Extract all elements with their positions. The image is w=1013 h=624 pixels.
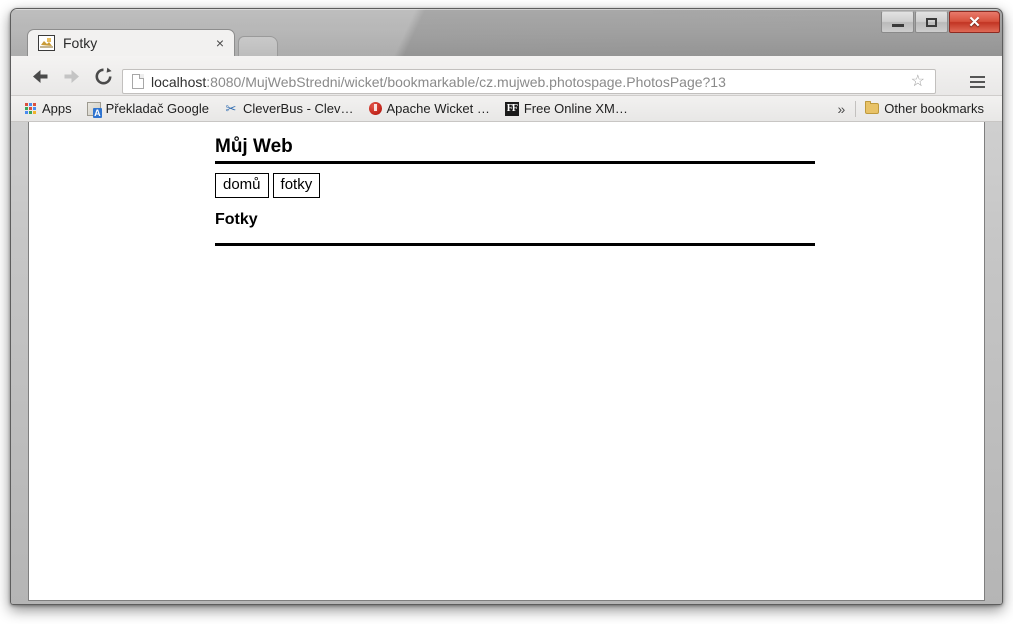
scissors-icon: ✂ <box>225 101 237 116</box>
reload-icon <box>95 67 112 84</box>
site-nav: domů fotky <box>215 173 815 198</box>
bookmark-cleverbus[interactable]: ✂ CleverBus - Clev… <box>218 99 360 119</box>
minimize-button[interactable] <box>881 11 914 33</box>
page-content: Můj Web domů fotky Fotky <box>215 136 815 246</box>
window-controls: ✕ <box>880 11 1000 33</box>
site-title: Můj Web <box>215 136 293 157</box>
desktop-background: ✕ Fotky × localhost:8080/MujWebStredni/w… <box>0 0 1013 624</box>
page-info-icon <box>132 74 144 89</box>
url-host: localhost <box>151 73 207 90</box>
bookmark-label: Překladač Google <box>105 101 209 116</box>
apache-wicket-icon <box>368 102 382 115</box>
address-bar[interactable]: localhost:8080/MujWebStredni/wicket/book… <box>122 69 936 94</box>
maximize-button[interactable] <box>915 11 948 33</box>
bookmarks-overflow-chevron[interactable]: » <box>828 101 856 117</box>
web-page: Můj Web domů fotky Fotky <box>29 122 984 599</box>
back-button[interactable] <box>28 64 52 88</box>
url-path: :8080/MujWebStredni/wicket/bookmarkable/… <box>206 73 726 90</box>
url-text: localhost:8080/MujWebStredni/wicket/book… <box>151 74 911 90</box>
broken-image-icon <box>38 35 55 51</box>
close-button[interactable]: ✕ <box>949 11 1000 33</box>
browser-window: ✕ Fotky × localhost:8080/MujWebStredni/w… <box>10 8 1003 605</box>
google-translate-icon <box>86 101 102 118</box>
folder-icon <box>865 101 880 114</box>
nav-link-fotky[interactable]: fotky <box>272 173 321 198</box>
forward-button <box>59 64 83 88</box>
nav-link-domu[interactable]: domů <box>215 173 269 198</box>
bookmark-label: Apps <box>42 101 72 116</box>
tab-close-icon[interactable]: × <box>216 36 224 50</box>
bookmark-label: Apache Wicket … <box>386 101 490 116</box>
maximize-icon <box>926 17 937 27</box>
bookmarks-bar: Apps Překladač Google ✂ CleverBus - Clev… <box>11 96 1002 122</box>
bookmark-other-bookmarks[interactable]: Other bookmarks <box>859 99 990 119</box>
page-viewport: Můj Web domů fotky Fotky <box>28 122 985 601</box>
section-heading: Fotky <box>215 211 258 228</box>
apps-grid-icon <box>25 102 37 115</box>
minimize-icon <box>891 24 904 27</box>
tab-title: Fotky <box>63 35 98 51</box>
bookmark-star-icon[interactable]: ☆ <box>911 73 925 90</box>
close-icon: ✕ <box>968 13 981 31</box>
bookmarks-separator <box>855 100 857 117</box>
back-arrow-icon <box>32 69 47 83</box>
bookmark-label: CleverBus - Clev… <box>242 101 354 116</box>
reload-button[interactable] <box>91 64 115 88</box>
menu-line-1 <box>969 76 985 78</box>
chrome-menu-button[interactable] <box>965 70 989 94</box>
browser-tab[interactable]: Fotky × <box>27 29 235 56</box>
broken-image-glyph <box>39 36 54 50</box>
bookmark-apache-wicket[interactable]: Apache Wicket … <box>363 99 496 119</box>
bookmark-prekladac-google[interactable]: Překladač Google <box>81 99 215 119</box>
menu-line-3 <box>969 86 985 88</box>
bookmark-free-online-xml[interactable]: FF Free Online XM… <box>499 99 634 119</box>
bookmark-label: Other bookmarks <box>884 101 984 116</box>
bookmark-apps[interactable]: Apps <box>19 99 78 119</box>
new-tab-button[interactable] <box>238 36 278 56</box>
section-rule <box>215 243 815 246</box>
ff-icon: FF <box>504 101 519 116</box>
forward-arrow-icon <box>64 69 79 83</box>
menu-line-2 <box>969 81 985 83</box>
title-rule <box>215 161 815 164</box>
titlebar-highlight <box>11 9 1002 10</box>
bookmark-label: Free Online XM… <box>523 101 628 116</box>
